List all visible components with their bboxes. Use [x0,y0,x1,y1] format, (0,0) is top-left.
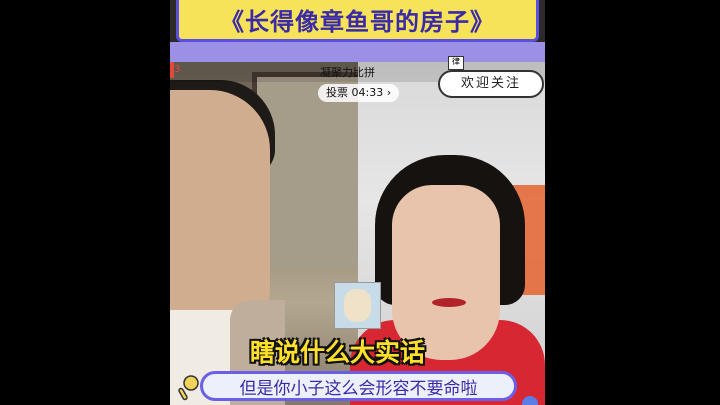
banner-strip [170,42,545,62]
video-title: 《长得像章鱼哥的房子》 [220,8,495,36]
pk-number: 3 [174,64,181,75]
title-banner: 《长得像章鱼哥的房子》 [176,0,539,42]
woman-lips [432,298,466,307]
pk-title: 凝聚力比拼 [320,66,375,79]
video-frame[interactable]: 《长得像章鱼哥的房子》 3 凝聚力比拼 投票 04:33 › 律 欢迎关注 瞎说… [170,0,545,405]
emoji-icon [522,396,538,405]
subtitle-bar: 但是你小子这么会形容不要命啦 [200,371,517,401]
vote-timer-button[interactable]: 投票 04:33 › [318,84,400,102]
microphone-icon [178,375,199,401]
subtitle-text: 但是你小子这么会形容不要命啦 [239,378,478,399]
caption-main: 瞎说什么大实话 [250,338,426,367]
puppy-sticker [334,282,381,329]
man-face [170,90,270,335]
follow-badge[interactable]: 欢迎关注 [438,70,544,98]
puppy-face-icon [344,289,371,322]
follow-tag-icon: 律 [448,56,464,70]
